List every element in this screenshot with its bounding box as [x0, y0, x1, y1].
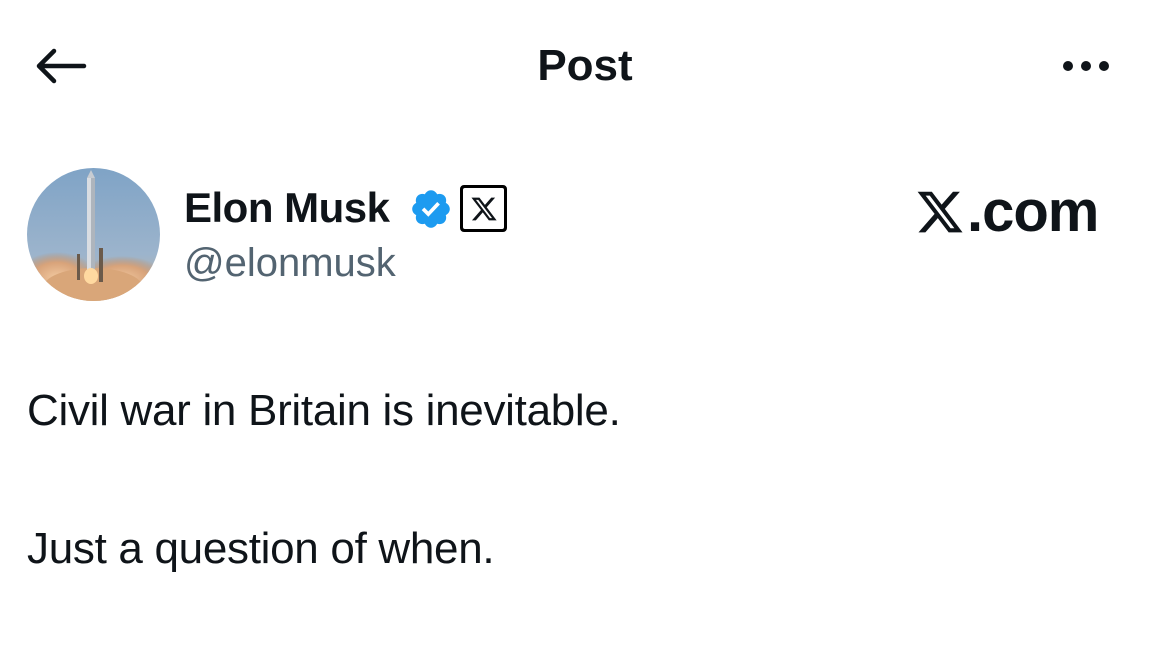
top-bar: Post — [0, 0, 1170, 130]
page-title: Post — [537, 41, 633, 90]
back-button[interactable] — [28, 38, 92, 94]
x-logo-icon — [470, 197, 497, 220]
affiliate-badge-inner — [463, 188, 504, 229]
more-dot — [1081, 61, 1091, 71]
watermark: .com — [915, 179, 1099, 244]
more-options-button[interactable] — [1050, 40, 1122, 92]
post-paragraph: Civil war in Britain is inevitable. — [27, 386, 621, 435]
arrow-left-icon — [36, 48, 87, 84]
author-handle[interactable]: @elonmusk — [184, 238, 396, 288]
avatar-rocket-image — [27, 168, 160, 301]
watermark-text: .com — [967, 179, 1099, 244]
affiliate-badge[interactable] — [460, 185, 507, 232]
post-text: Civil war in Britain is inevitable. Just… — [27, 383, 1137, 577]
post-paragraph: Just a question of when. — [27, 524, 495, 573]
x-logo-icon — [917, 191, 963, 233]
more-dot — [1099, 61, 1109, 71]
verified-badge-icon — [412, 190, 450, 228]
author-name[interactable]: Elon Musk — [184, 182, 390, 234]
more-horizontal-icon — [1063, 61, 1073, 71]
avatar[interactable] — [27, 168, 160, 301]
